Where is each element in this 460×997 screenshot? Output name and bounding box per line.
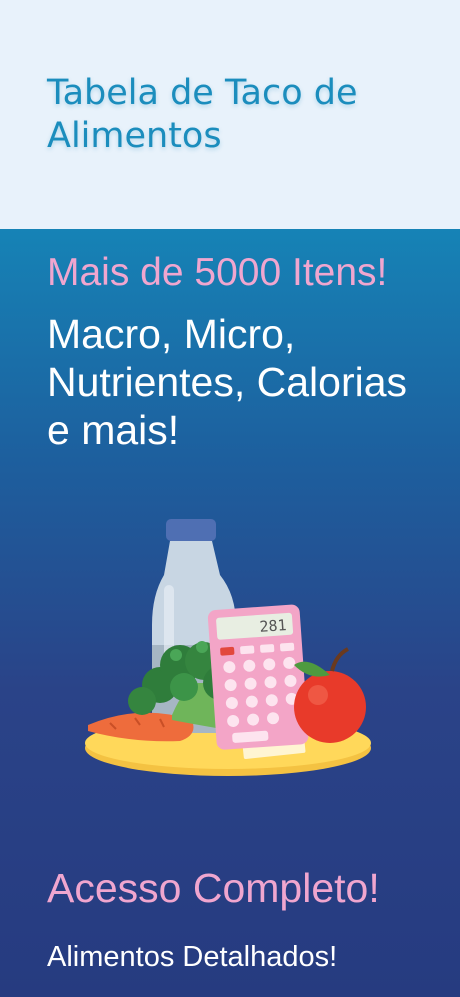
page-title: Tabela de Taco de Alimentos bbox=[47, 73, 358, 156]
header: Tabela de Taco de Alimentos bbox=[0, 0, 460, 229]
promo-panel: Mais de 5000 Itens! Macro, Micro, Nutrie… bbox=[0, 229, 460, 997]
bottle-cap bbox=[166, 519, 216, 541]
svg-text:281: 281 bbox=[259, 616, 287, 636]
apple bbox=[294, 671, 366, 743]
items-count-headline: Mais de 5000 Itens! bbox=[47, 251, 388, 294]
full-access-headline: Acesso Completo! bbox=[47, 865, 380, 911]
detailed-foods-text: Alimentos Detalhados! bbox=[47, 941, 338, 973]
calculator: 281 bbox=[207, 604, 309, 750]
food-illustration: 281 bbox=[85, 519, 371, 776]
features-description: Macro, Micro, Nutrientes, Calorias e mai… bbox=[47, 311, 408, 453]
